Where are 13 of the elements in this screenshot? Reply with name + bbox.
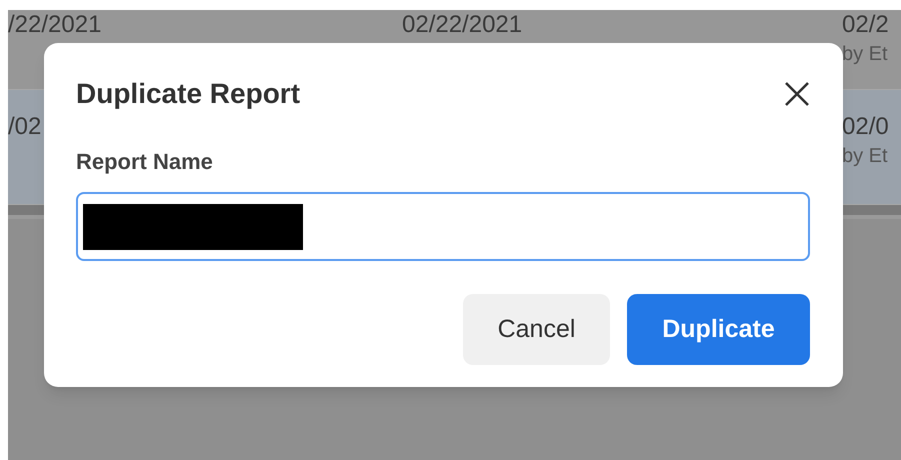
report-name-field[interactable] [76,192,810,261]
dialog-title: Duplicate Report [76,77,300,111]
close-icon [783,80,811,108]
field-label: Report Name [76,148,214,176]
date-text: 02/22/2021 [402,10,524,40]
duplicate-button[interactable]: Duplicate [627,294,810,365]
date-text: /02 [8,112,42,142]
date-text: 02/2 [842,10,890,40]
date-text: /22/2021 [8,10,102,40]
cancel-button[interactable]: Cancel [463,294,610,365]
author-text: by Et [842,42,889,67]
author-text: by Et [842,144,889,169]
date-text: 02/0 [842,112,890,142]
